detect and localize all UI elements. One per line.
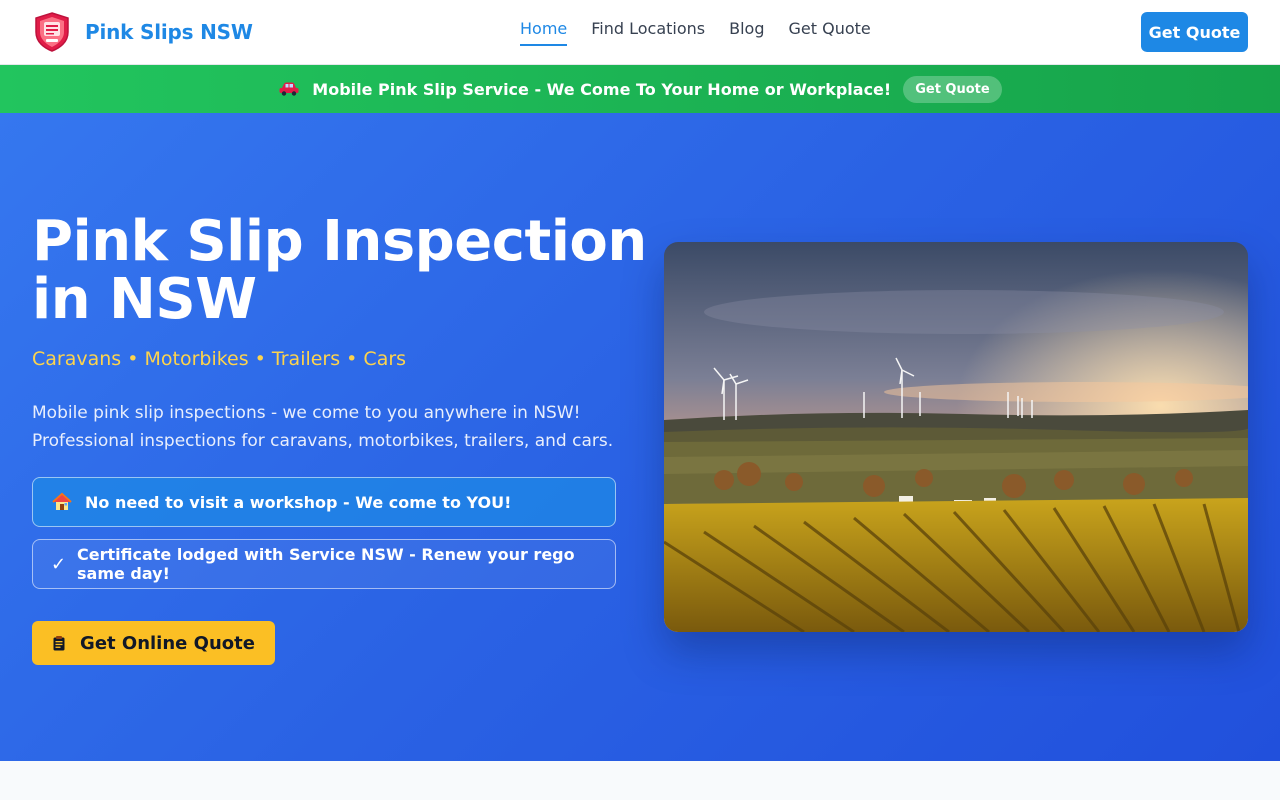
car-icon	[279, 82, 299, 96]
nav-blog[interactable]: Blog	[729, 19, 764, 46]
promo-get-quote-button[interactable]: Get Quote	[903, 75, 1002, 103]
nav-find-locations[interactable]: Find Locations	[591, 19, 705, 46]
main-nav: Home Find Locations Blog Get Quote	[520, 19, 871, 46]
vineyard-landscape-image	[664, 242, 1248, 632]
feature-text: No need to visit a workshop - We come to…	[85, 492, 512, 512]
nav-home[interactable]: Home	[520, 19, 568, 46]
get-online-quote-button[interactable]: Get Online Quote	[32, 621, 275, 665]
feature-text: Certificate lodged with Service NSW - Re…	[77, 545, 575, 583]
promo-banner: Mobile Pink Slip Service - We Come To Yo…	[0, 65, 1280, 113]
header-get-quote-button[interactable]: Get Quote	[1141, 12, 1248, 52]
house-icon	[52, 492, 72, 510]
site-header: Pink Slips NSW Home Find Locations Blog …	[0, 0, 1280, 65]
pink-slips-logo-icon[interactable]	[34, 12, 70, 52]
hero-section: Pink Slip Inspection in NSW Caravans • M…	[0, 113, 1280, 761]
promo-text: Mobile Pink Slip Service - We Come To Yo…	[312, 79, 892, 99]
brand-name[interactable]: Pink Slips NSW	[85, 20, 253, 44]
cta-label: Get Online Quote	[80, 632, 255, 654]
check-icon: ✓	[51, 553, 67, 575]
feature-mobile-service: No need to visit a workshop - We come to…	[32, 477, 616, 527]
clipboard-icon	[53, 636, 65, 651]
hero-title: Pink Slip Inspection in NSW	[32, 209, 647, 332]
hero-description: Mobile pink slip inspections - we come t…	[32, 403, 614, 451]
hero-subtitle: Caravans • Motorbikes • Trailers • Cars	[32, 348, 407, 370]
feature-certificate: ✓ Certificate lodged with Service NSW - …	[32, 539, 616, 589]
nav-get-quote[interactable]: Get Quote	[789, 19, 871, 46]
hero-image	[664, 242, 1248, 632]
